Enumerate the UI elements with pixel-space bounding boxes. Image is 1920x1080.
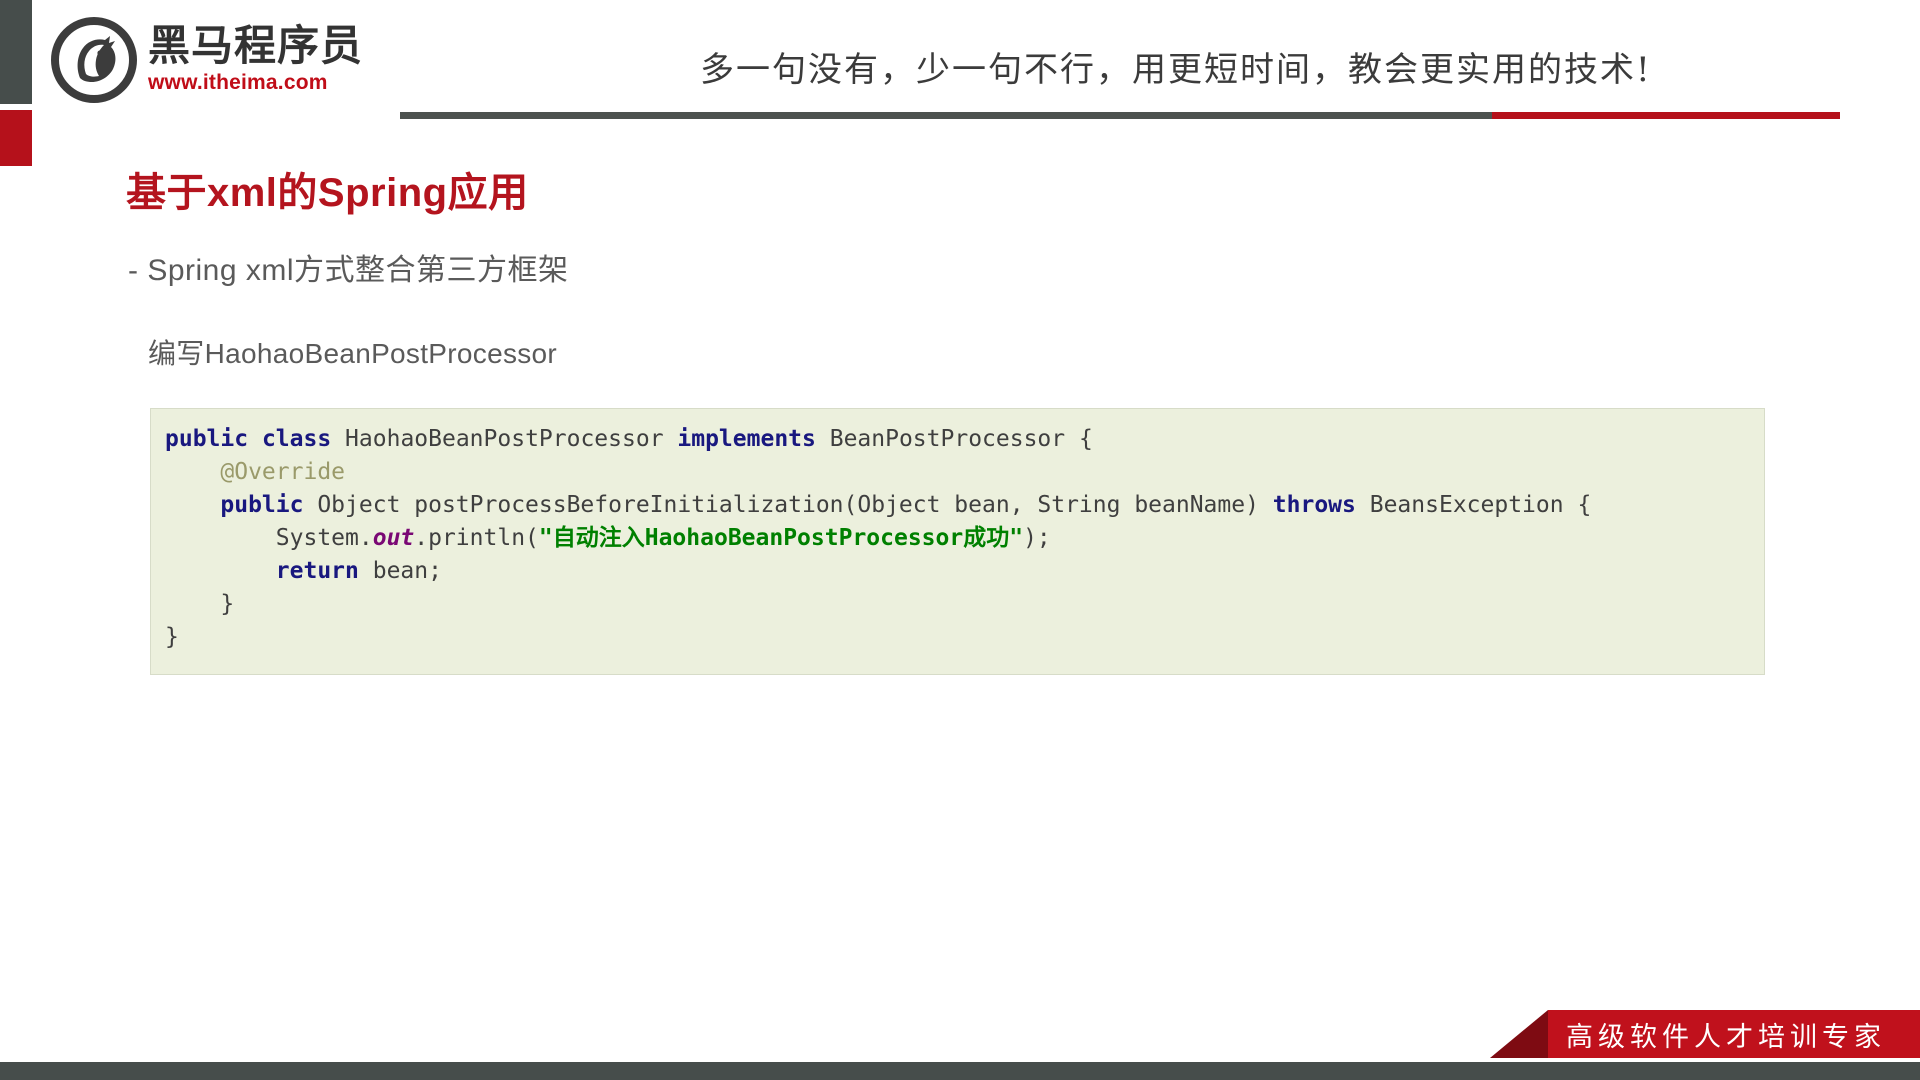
header-divider-rule (400, 112, 1840, 119)
page-title: 基于xml的Spring应用 (126, 171, 529, 215)
code-token: out (372, 525, 415, 551)
code-token: BeanPostProcessor { (815, 426, 1093, 452)
header-rule-red-segment (1492, 112, 1840, 119)
code-snippet-block: public class HaohaoBeanPostProcessor imp… (150, 408, 1765, 675)
brand-logo-text: 黑马程序员 www.itheima.com (148, 24, 363, 95)
code-token: implements (677, 426, 816, 452)
code-token: BeansException { (1355, 492, 1592, 518)
ribbon-body: 高级软件人才培训专家 (1548, 1010, 1920, 1058)
horse-head-circle-logo-icon (50, 16, 138, 104)
code-token: Object postProcessBeforeInitialization(O… (303, 492, 1273, 518)
brand-name: 黑马程序员 (148, 21, 364, 71)
brand-logo: 黑马程序员 www.itheima.com (50, 16, 363, 104)
code-line: public Object postProcessBeforeInitializ… (165, 492, 1591, 518)
code-line: System.out.println("自动注入HaohaoBeanPostPr… (165, 525, 1051, 551)
code-token: "自动注入HaohaoBeanPostProcessor成功" (538, 525, 1024, 551)
header-rule-gray-segment (400, 112, 1492, 119)
code-token: HaohaoBeanPostProcessor (331, 426, 678, 452)
code-line: public class HaohaoBeanPostProcessor imp… (165, 426, 1093, 452)
code-token: class (261, 426, 332, 452)
code-token: throws (1272, 492, 1356, 518)
code-line: } (165, 624, 179, 650)
code-token: .println( (414, 525, 539, 551)
code-token: System. (165, 525, 373, 551)
code-token: ); (1023, 525, 1051, 551)
slide-header: 黑马程序员 www.itheima.com 多一句没有，少一句不行，用更短时间，… (0, 0, 1920, 130)
code-token: bean; (358, 558, 442, 584)
code-token: } (165, 624, 179, 650)
code-token: } (165, 591, 235, 617)
code-token: @Override (220, 459, 346, 485)
code-token: public (220, 492, 304, 518)
section-label: 编写HaohaoBeanPostProcessor (148, 338, 558, 369)
footer-bottom-bar (0, 1062, 1920, 1080)
brand-url: www.itheima.com (148, 71, 328, 95)
code-token: return (275, 558, 359, 584)
code-token: public (165, 426, 249, 452)
code-line: return bean; (165, 558, 442, 584)
footer-ribbon: 高级软件人才培训专家 (1490, 1010, 1920, 1058)
ribbon-arrow-shape (1490, 1010, 1548, 1058)
header-tagline: 多一句没有，少一句不行，用更短时间，教会更实用的技术! (700, 50, 1652, 90)
footer-ribbon-text: 高级软件人才培训专家 (1566, 1021, 1886, 1053)
code-line: @Override (165, 459, 345, 485)
slide-subtitle: - Spring xml方式整合第三方框架 (128, 254, 569, 287)
code-line: } (165, 591, 234, 617)
